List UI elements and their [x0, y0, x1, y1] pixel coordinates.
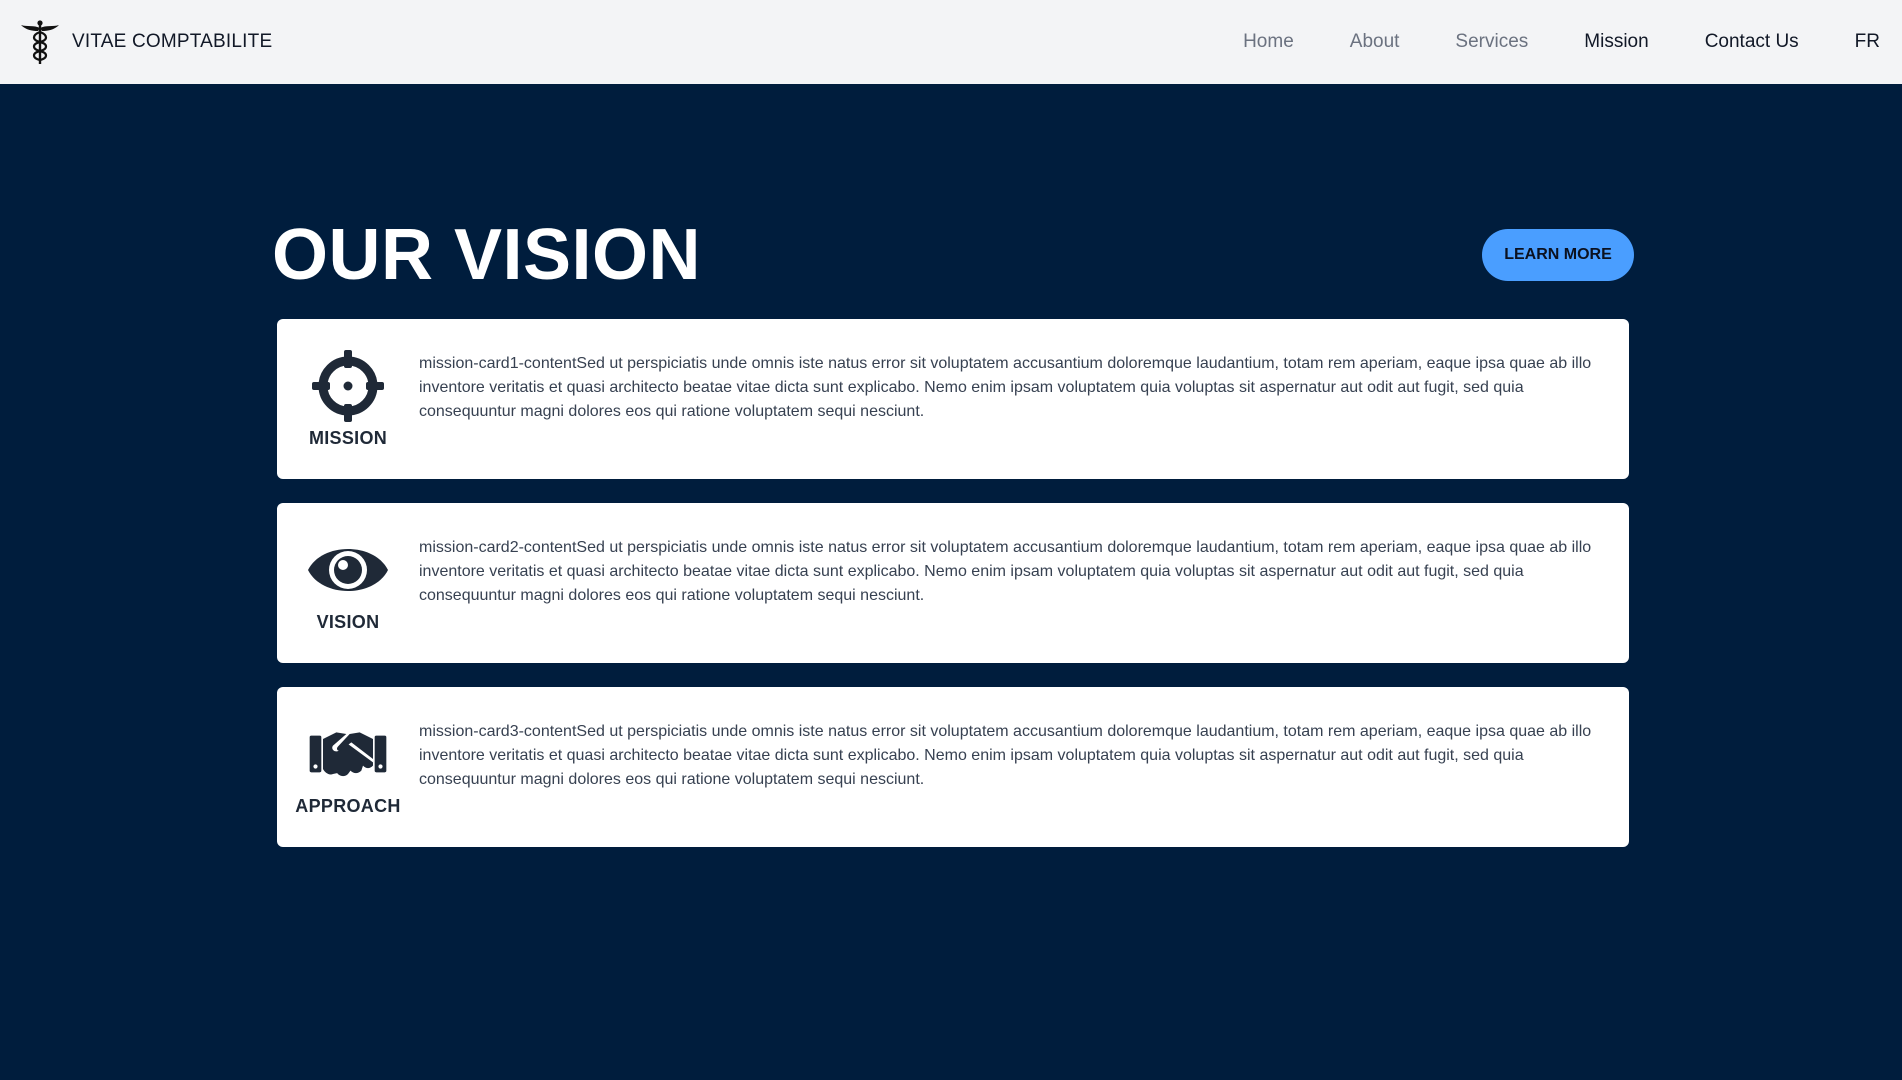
handshake-icon: [309, 731, 387, 776]
card-icon-column: VISION: [277, 534, 419, 633]
mission-cards: MISSION mission-card1-contentSed ut pers…: [277, 319, 1629, 871]
section-title: OUR VISION: [272, 215, 702, 295]
crosshair-icon: [312, 349, 384, 422]
card-label: VISION: [316, 611, 380, 632]
top-navbar: VITAE COMPTABILITE Home About Services M…: [0, 0, 1902, 84]
eye-icon: [308, 548, 388, 591]
learn-more-button[interactable]: LEARN MORE: [1482, 229, 1634, 281]
vision-card: VISION mission-card2-contentSed ut persp…: [277, 503, 1629, 663]
card-label: MISSION: [308, 427, 388, 448]
brand-name: VITAE COMPTABILITE: [72, 31, 273, 52]
card-content: mission-card2-contentSed ut perspiciatis…: [419, 539, 1592, 604]
card-icon-column: APPROACH: [277, 718, 419, 817]
mission-card: MISSION mission-card1-contentSed ut pers…: [277, 319, 1629, 479]
approach-card: APPROACH mission-card3-contentSed ut per…: [277, 687, 1629, 847]
brand-link[interactable]: VITAE COMPTABILITE: [20, 19, 272, 65]
nav-link-about[interactable]: About: [1350, 31, 1400, 53]
language-toggle[interactable]: FR: [1855, 31, 1880, 53]
card-content: mission-card1-contentSed ut perspiciatis…: [419, 355, 1592, 420]
card-content: mission-card3-contentSed ut perspiciatis…: [419, 723, 1592, 788]
nav-link-contact[interactable]: Contact Us: [1705, 31, 1799, 53]
nav-menu: Home About Services Mission Contact Us F…: [1243, 0, 1880, 84]
section-header: OUR VISION LEARN MORE: [272, 215, 1634, 295]
nav-link-home[interactable]: Home: [1243, 31, 1294, 53]
nav-link-mission[interactable]: Mission: [1584, 31, 1648, 53]
nav-link-services[interactable]: Services: [1455, 31, 1528, 53]
card-label: APPROACH: [295, 795, 401, 816]
card-icon-column: MISSION: [277, 349, 419, 449]
caduceus-icon: [21, 20, 59, 64]
